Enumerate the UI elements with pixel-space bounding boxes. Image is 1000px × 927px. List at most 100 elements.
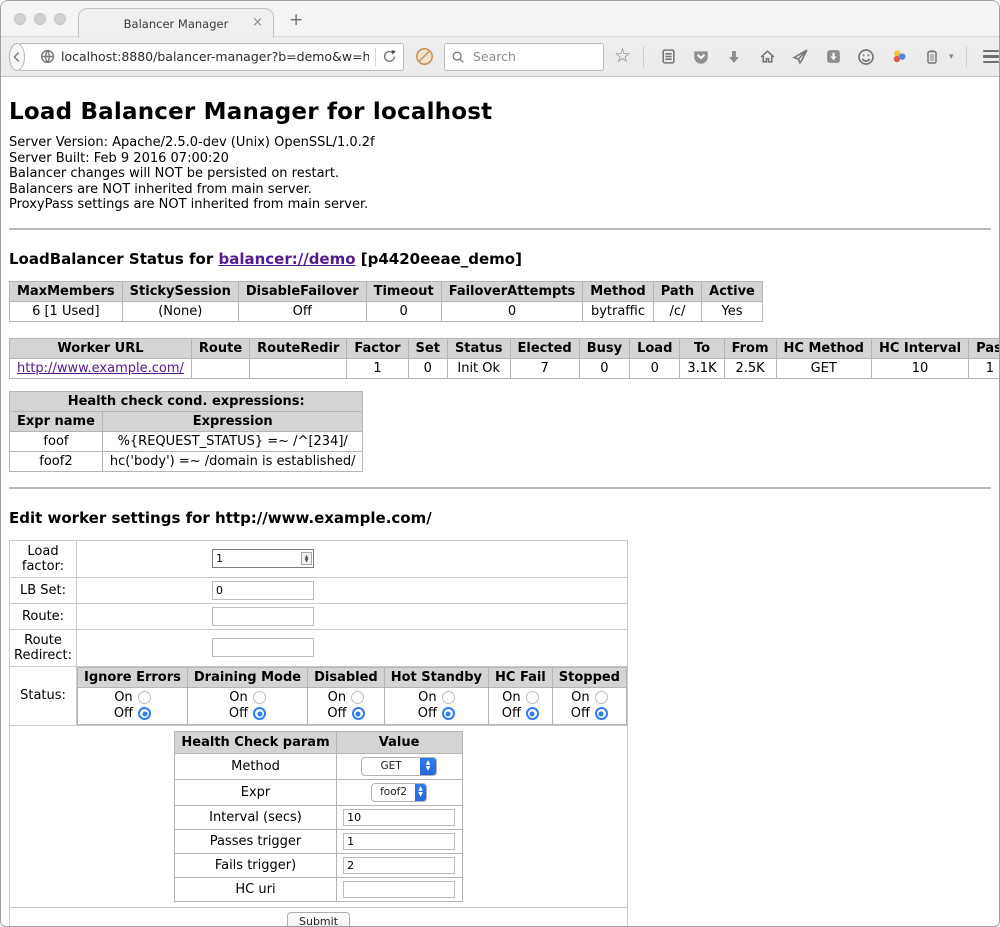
- radio-stopped-off[interactable]: [595, 707, 608, 720]
- window-minimize-button[interactable]: [34, 13, 46, 25]
- status-header-row: Ignore Errors Draining Mode Disabled Hot…: [78, 667, 627, 687]
- search-icon: [451, 50, 465, 64]
- hc-method-select[interactable]: GET ▲▼: [361, 757, 437, 776]
- search-input[interactable]: [471, 48, 581, 65]
- hc-interval-cell: [336, 805, 462, 829]
- downloads-icon[interactable]: [722, 45, 746, 69]
- radio-stopped-on[interactable]: [595, 691, 608, 704]
- ignore-errors-cell: On Off: [78, 687, 188, 724]
- tab-close-icon[interactable]: ×: [252, 16, 263, 29]
- balancer-heading-prefix: LoadBalancer Status for: [9, 250, 213, 268]
- address-bar[interactable]: localhost:8880/balancer-manager?b=demo&w…: [19, 43, 404, 71]
- col-hc-value: Value: [336, 731, 462, 753]
- hc-interval-input[interactable]: [343, 809, 455, 826]
- globe-icon: [40, 49, 55, 64]
- route-redirect-input[interactable]: [212, 638, 314, 657]
- proxypass-note-line: ProxyPass settings are NOT inherited fro…: [9, 197, 991, 213]
- col-stopped: Stopped: [552, 667, 626, 687]
- hc-uri-input[interactable]: [343, 881, 455, 898]
- col-ignore-errors: Ignore Errors: [78, 667, 188, 687]
- hc-method-cell: GET ▲▼: [336, 753, 462, 779]
- worker-url-link[interactable]: http://www.example.com/: [17, 361, 184, 376]
- addon-download-icon[interactable]: [821, 45, 845, 69]
- number-spinner-icon[interactable]: ▲▼: [301, 552, 312, 565]
- send-icon[interactable]: [788, 45, 812, 69]
- col-routeredir: RouteRedir: [250, 338, 347, 358]
- hc-passes-cell: [336, 829, 462, 853]
- cell-routeredir: [250, 358, 347, 378]
- new-tab-button[interactable]: +: [289, 10, 303, 30]
- load-factor-input[interactable]: [212, 549, 314, 568]
- pocket-icon[interactable]: [689, 45, 713, 69]
- back-button[interactable]: [9, 43, 25, 71]
- submit-button[interactable]: Submit: [287, 912, 350, 927]
- select-stepper-icon: ▲▼: [415, 783, 426, 802]
- hc-uri-cell: [336, 877, 462, 901]
- radio-hot-standby-on[interactable]: [442, 691, 455, 704]
- col-from: From: [724, 338, 776, 358]
- route-input[interactable]: [212, 607, 314, 626]
- radio-disabled-on[interactable]: [351, 691, 364, 704]
- on-label: On: [502, 690, 520, 706]
- balancer-status-heading: LoadBalancer Status for balancer://demo …: [9, 250, 991, 268]
- radio-draining-mode-off[interactable]: [253, 707, 266, 720]
- radio-draining-mode-on[interactable]: [253, 691, 266, 704]
- radio-hot-standby-off[interactable]: [442, 707, 455, 720]
- balancer-heading-suffix: [p4420eeae_demo]: [361, 250, 522, 268]
- lb-set-input[interactable]: [212, 581, 314, 600]
- radio-ignore-errors-off[interactable]: [138, 707, 151, 720]
- reload-icon[interactable]: [382, 49, 397, 64]
- reading-list-icon[interactable]: [656, 45, 680, 69]
- titlebar: Balancer Manager × +: [1, 1, 999, 37]
- status-cell: Ignore Errors Draining Mode Disabled Hot…: [77, 666, 628, 725]
- dropdown-caret-icon[interactable]: ▾: [949, 52, 954, 62]
- col-to: To: [680, 338, 724, 358]
- clipboard-extension-icon[interactable]: [920, 45, 944, 69]
- col-worker-url: Worker URL: [10, 338, 192, 358]
- balancer-demo-link[interactable]: balancer://demo: [218, 250, 355, 268]
- cell-timeout: 0: [366, 301, 441, 321]
- load-factor-stepper: ▲▼: [212, 549, 314, 568]
- off-label: Off: [418, 706, 437, 722]
- bookmark-star-icon[interactable]: ☆: [614, 47, 631, 66]
- radio-hc-fail-off[interactable]: [526, 707, 539, 720]
- window-close-button[interactable]: [14, 13, 26, 25]
- feedback-smiley-icon[interactable]: [854, 45, 878, 69]
- radio-disabled-off[interactable]: [352, 707, 365, 720]
- col-status: Status: [447, 338, 510, 358]
- hc-fails-input[interactable]: [343, 857, 455, 874]
- url-text[interactable]: localhost:8880/balancer-manager?b=demo&w…: [61, 49, 369, 64]
- hc-expr-label: Expr: [175, 779, 336, 805]
- search-box[interactable]: [444, 43, 604, 71]
- col-elected: Elected: [510, 338, 579, 358]
- hc-row-expr: Expr foof2 ▲▼: [175, 779, 462, 805]
- tab-balancer-manager[interactable]: Balancer Manager ×: [78, 8, 274, 38]
- block-content-icon[interactable]: [412, 45, 436, 69]
- tab-title: Balancer Manager: [124, 17, 229, 31]
- radio-ignore-errors-on[interactable]: [138, 691, 151, 704]
- hc-passes-input[interactable]: [343, 833, 455, 850]
- toolbar-buttons: ☆ ▾: [614, 45, 1000, 69]
- col-path: Path: [653, 281, 701, 301]
- hc-row-interval: Interval (secs): [175, 805, 462, 829]
- colorful-extension-icon[interactable]: [887, 45, 911, 69]
- divider: [9, 487, 991, 489]
- hc-expr-select[interactable]: foof2 ▲▼: [371, 783, 427, 802]
- status-radio-row: On Off On Off On Off: [78, 687, 627, 724]
- table-header-row: Worker URL Route RouteRedir Factor Set S…: [10, 338, 1000, 358]
- load-factor-label: Load factor:: [10, 540, 77, 577]
- cell-set: 0: [408, 358, 447, 378]
- form-row-route: Route:: [10, 603, 628, 629]
- toolbar-divider: [643, 46, 644, 68]
- on-label: On: [229, 690, 247, 706]
- menu-icon[interactable]: [979, 45, 1000, 69]
- hot-standby-cell: On Off: [384, 687, 488, 724]
- browser-window: Balancer Manager × + localhost:8880/bala…: [0, 0, 1000, 927]
- col-active: Active: [702, 281, 763, 301]
- radio-hc-fail-on[interactable]: [526, 691, 539, 704]
- form-row-hc-params: Health Check param Value Method GET ▲▼: [10, 725, 628, 907]
- cell-active: Yes: [702, 301, 763, 321]
- window-zoom-button[interactable]: [54, 13, 66, 25]
- col-busy: Busy: [579, 338, 629, 358]
- home-icon[interactable]: [755, 45, 779, 69]
